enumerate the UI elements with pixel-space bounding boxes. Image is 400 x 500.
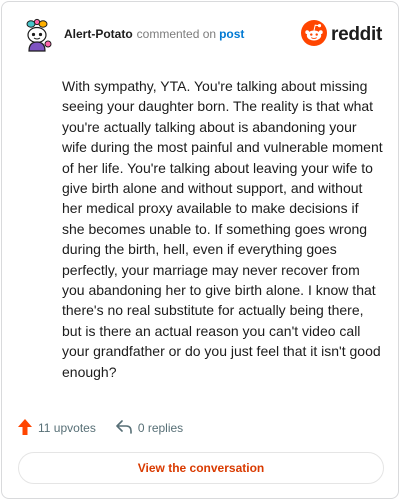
comment-body: With sympathy, YTA. You're talking about… — [62, 76, 384, 382]
reddit-logo-text: reddit — [331, 24, 382, 45]
reddit-logo[interactable]: reddit — [301, 19, 382, 51]
header-text: Alert-Potato commented on post — [64, 27, 244, 41]
view-conversation-button[interactable]: View the conversation — [18, 452, 384, 484]
post-link[interactable]: post — [219, 27, 244, 41]
action-text: commented on — [136, 27, 217, 41]
upvote-arrow-icon[interactable] — [18, 418, 32, 438]
upvotes-stat[interactable]: 11 upvotes — [18, 418, 96, 438]
avatar-icon[interactable] — [20, 17, 56, 53]
replies-count: 0 replies — [137, 421, 184, 435]
reddit-logo-icon — [301, 19, 328, 51]
reply-arrow-icon — [116, 419, 132, 437]
comment-header: Alert-Potato commented on post reddit — [20, 17, 382, 53]
comment-text: With sympathy, YTA. You're talking about… — [62, 78, 383, 380]
comment-card: Alert-Potato commented on post reddit Wi… — [1, 1, 399, 499]
replies-stat[interactable]: 0 replies — [116, 419, 184, 437]
comment-footer: 11 upvotes 0 replies — [18, 418, 183, 438]
upvotes-count: 11 upvotes — [38, 421, 96, 435]
username[interactable]: Alert-Potato — [64, 27, 133, 41]
